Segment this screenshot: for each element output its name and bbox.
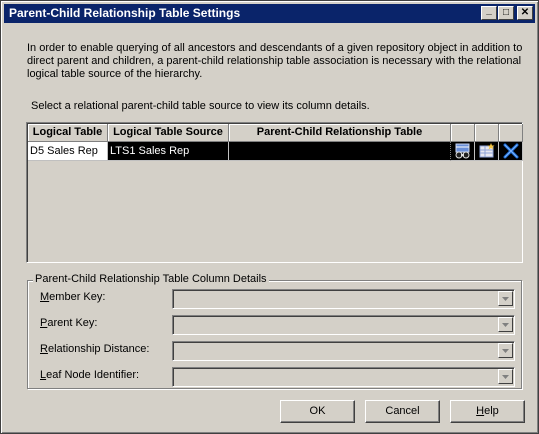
member-key-dropdown-button[interactable] [498,291,513,306]
window-title: Parent-Child Relationship Table Settings [9,6,241,20]
browse-table-button[interactable] [451,142,475,161]
cell-logical-table[interactable]: D5 Sales Rep [28,142,108,161]
help-button[interactable]: Help [450,400,525,423]
leaf-node-identifier-dropdown-button[interactable] [498,369,513,384]
close-icon: ✕ [520,7,530,18]
ok-button[interactable]: OK [280,400,355,423]
grid-body: Logical Table Logical Table Source Paren… [27,123,523,262]
minimize-icon: _ [486,5,492,16]
cell-pc-table[interactable] [229,142,451,161]
create-table-button[interactable] [475,142,499,161]
delete-row-button[interactable] [499,142,523,161]
maximize-icon: □ [502,7,510,18]
member-key-dropdown[interactable] [172,289,515,309]
parent-key-dropdown-button[interactable] [498,317,513,332]
column-header-pc-table[interactable]: Parent-Child Relationship Table [229,124,451,142]
create-table-icon [479,143,494,158]
chevron-down-icon [502,348,509,353]
close-button[interactable]: ✕ [517,6,533,20]
relationship-distance-label: Relationship Distance: [40,343,150,355]
chevron-down-icon [502,296,509,301]
minimize-button[interactable]: _ [481,6,497,20]
delete-icon [503,143,518,159]
description-text: In order to enable querying of all ances… [27,42,523,80]
column-header-icon-1 [451,124,475,142]
dialog-window: Parent-Child Relationship Table Settings… [0,0,539,434]
title-bar[interactable]: Parent-Child Relationship Table Settings… [4,4,535,23]
leaf-node-identifier-dropdown[interactable] [172,367,515,387]
column-header-logical-table[interactable]: Logical Table [28,124,108,142]
cell-logical-table-source[interactable]: LTS1 Sales Rep [108,142,229,161]
grid-header-row: Logical Table Logical Table Source Paren… [28,124,523,142]
leaf-node-identifier-label: Leaf Node Identifier: [40,369,140,381]
relationship-table-grid[interactable]: Logical Table Logical Table Source Paren… [26,122,523,263]
parent-key-dropdown[interactable] [172,315,515,335]
chevron-down-icon [502,322,509,327]
chevron-down-icon [502,374,509,379]
column-details-legend: Parent-Child Relationship Table Column D… [33,273,269,285]
maximize-button[interactable]: □ [498,6,514,20]
member-key-label: Member Key: [40,291,106,303]
relationship-distance-dropdown-button[interactable] [498,343,513,358]
column-header-icon-3 [499,124,523,142]
cancel-button[interactable]: Cancel [365,400,440,423]
relationship-distance-dropdown[interactable] [172,341,515,361]
column-header-icon-2 [475,124,499,142]
select-hint-text: Select a relational parent-child table s… [31,100,370,112]
parent-key-label: Parent Key: [40,317,98,329]
column-header-logical-table-source[interactable]: Logical Table Source [108,124,229,142]
table-row[interactable]: D5 Sales Rep LTS1 Sales Rep [28,142,523,161]
browse-icon [455,143,469,159]
